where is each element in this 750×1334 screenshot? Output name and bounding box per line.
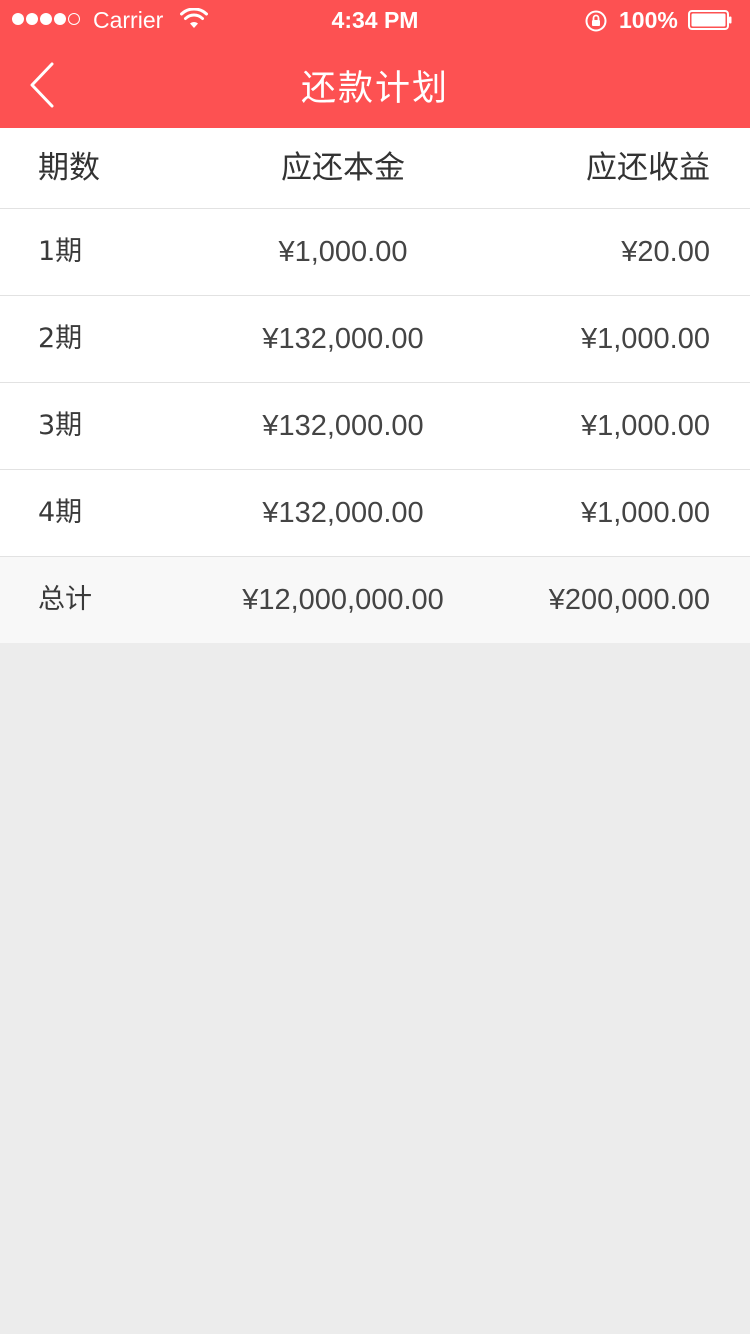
principal-cell: ¥132,000.00 — [262, 497, 424, 529]
app-header: Carrier 4:34 PM 100% 还款计划 — [0, 0, 750, 128]
income-cell: ¥1,000.00 — [580, 323, 710, 355]
page-title: 还款计划 — [300, 69, 449, 109]
principal-cell: ¥132,000.00 — [262, 323, 424, 355]
column-header-period: 期数 — [38, 150, 100, 186]
period-cell: 1期 — [38, 236, 83, 267]
income-cell: ¥20.00 — [621, 236, 710, 268]
table-row: 3期 ¥132,000.00 ¥1,000.00 — [0, 383, 750, 470]
period-cell: 2期 — [38, 323, 83, 354]
table-row: 2期 ¥132,000.00 ¥1,000.00 — [0, 296, 750, 383]
table-total-row: 总计 ¥12,000,000.00 ¥200,000.00 — [0, 557, 750, 643]
rotation-lock-icon — [585, 10, 607, 32]
table-header-row: 期数 应还本金 应还收益 — [0, 128, 750, 209]
battery-icon — [688, 10, 732, 30]
principal-cell: ¥1,000.00 — [278, 236, 408, 268]
total-income: ¥200,000.00 — [548, 584, 710, 616]
column-header-principal: 应还本金 — [281, 150, 405, 186]
table-row: 1期 ¥1,000.00 ¥20.00 — [0, 209, 750, 296]
battery-percent: 100% — [619, 7, 678, 33]
total-principal: ¥12,000,000.00 — [242, 584, 444, 616]
total-label: 总计 — [38, 584, 92, 615]
income-cell: ¥1,000.00 — [580, 497, 710, 529]
repayment-table: 期数 应还本金 应还收益 1期 ¥1,000.00 ¥20.00 2期 ¥132… — [0, 128, 750, 643]
column-header-income: 应还收益 — [586, 150, 710, 186]
table-row: 4期 ¥132,000.00 ¥1,000.00 — [0, 470, 750, 557]
period-cell: 4期 — [38, 497, 83, 528]
status-bar: Carrier 4:34 PM 100% — [0, 0, 750, 40]
principal-cell: ¥132,000.00 — [262, 410, 424, 442]
period-cell: 3期 — [38, 410, 83, 441]
income-cell: ¥1,000.00 — [580, 410, 710, 442]
